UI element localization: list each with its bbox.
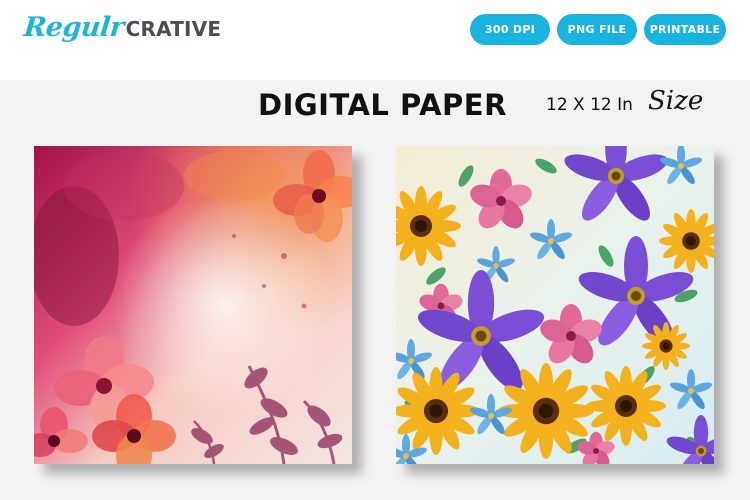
paper-preview-watercolor-pink[interactable]: [34, 146, 352, 464]
page-title: DIGITAL PAPER: [258, 88, 507, 122]
size-label: 12 X 12 In: [546, 95, 633, 115]
badge-png-file[interactable]: PNG FILE: [557, 14, 637, 45]
brand-logo-script: Regulr: [22, 12, 126, 43]
badge-300-dpi[interactable]: 300 DPI: [470, 14, 550, 45]
floral-colorful-artwork: [396, 146, 714, 464]
watercolor-pink-artwork: [34, 146, 352, 464]
paper-preview-floral-colorful[interactable]: [396, 146, 714, 464]
brand-logo-block: CRATIVE: [125, 17, 222, 41]
header: Regulr CRATIVE 300 DPI PNG FILE PRINTABL…: [0, 0, 750, 62]
badge-printable[interactable]: PRINTABLE: [644, 14, 726, 45]
brand-logo[interactable]: Regulr CRATIVE: [22, 12, 222, 52]
size-word: Size: [648, 86, 704, 116]
